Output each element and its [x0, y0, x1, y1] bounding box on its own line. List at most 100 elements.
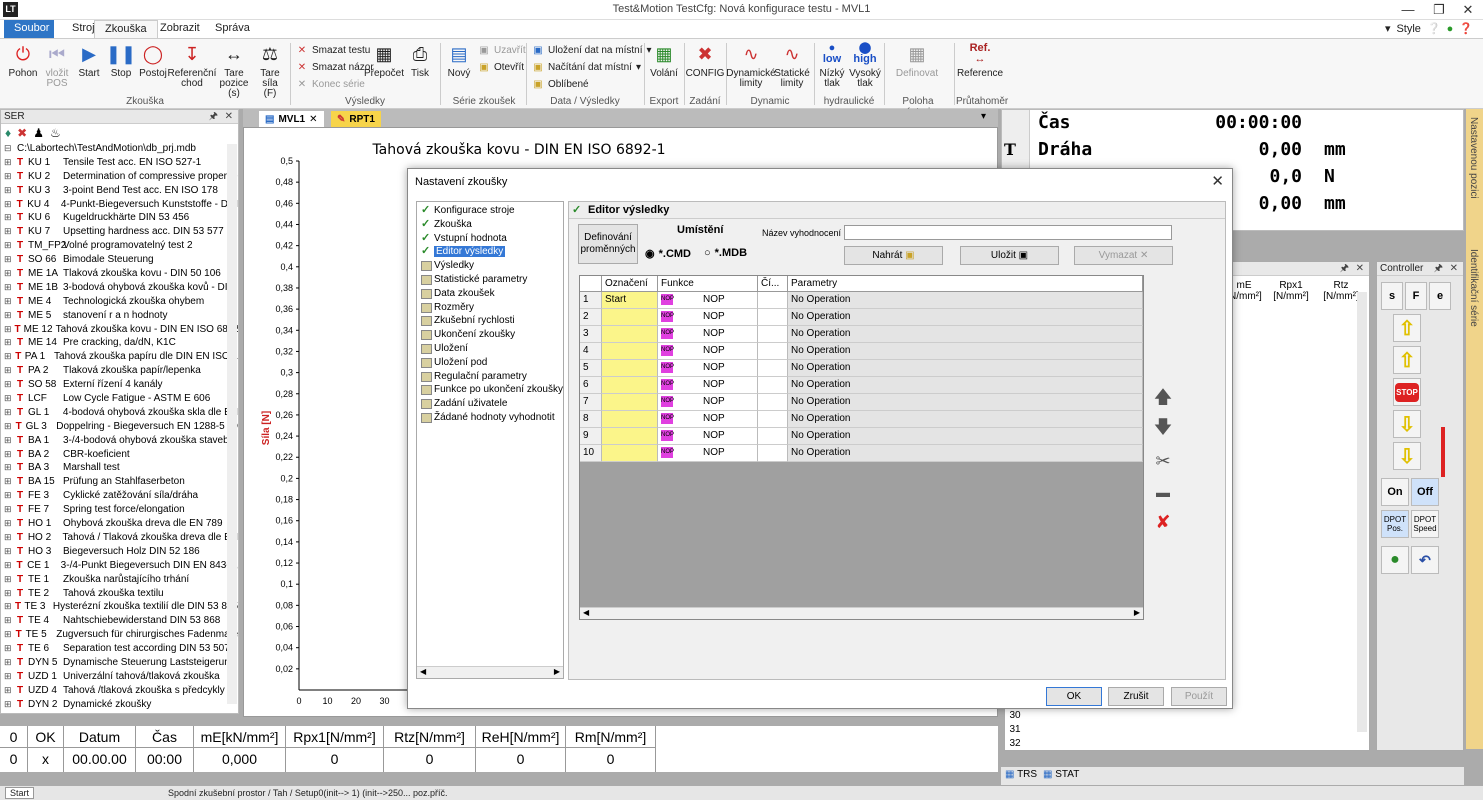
reference-button[interactable]: Ref. ↔ Reference [957, 42, 1003, 79]
users-icon[interactable]: ♟ [33, 126, 44, 140]
postoj-button[interactable]: ◯ Postoj [139, 42, 167, 79]
pohon-button[interactable]: ⏻ Pohon [8, 42, 38, 79]
s-button[interactable]: s [1381, 282, 1403, 310]
expand-icon[interactable]: ⊞ [4, 281, 14, 295]
grid-header[interactable]: Označení [602, 276, 658, 292]
tree-item[interactable]: ⊞ T KU 7 Upsetting hardness acc. DIN 53 577 [1, 225, 238, 239]
expand-icon[interactable]: ⊞ [4, 420, 13, 434]
grid-row[interactable]: 5 NOP NOP No Operation [580, 360, 1143, 377]
function-cell[interactable]: NOP NOP [658, 343, 758, 360]
nav-item[interactable]: ✓ Zkouška [417, 218, 563, 232]
cancel-button[interactable]: Zrušit [1108, 687, 1164, 706]
channel-cell[interactable] [758, 309, 788, 326]
vlozit-pos-button[interactable]: ⏮ vložit POS [42, 42, 72, 89]
tree-item[interactable]: ⊞ T HO 2 Tahová / Tlaková zkouška dreva dle… [1, 531, 238, 545]
tools-icon[interactable]: ✖ [17, 126, 27, 140]
nav-item[interactable]: Statistické parametry [417, 273, 563, 287]
off-button[interactable]: Off [1411, 478, 1439, 506]
channel-cell[interactable] [758, 326, 788, 343]
name-cell[interactable] [602, 411, 658, 428]
expand-icon[interactable]: ⊞ [4, 489, 14, 503]
expand-icon[interactable]: ⊞ [4, 642, 14, 656]
expand-icon[interactable]: ⊞ [4, 698, 14, 712]
parameter-cell[interactable]: No Operation [788, 343, 1143, 360]
volani-button[interactable]: ▦ Volání [650, 42, 678, 79]
tree-item[interactable]: ⊞ T ME 1B 3-bodová ohybová zkouška kovů - D… [1, 281, 238, 295]
grid-header[interactable]: Funkce [658, 276, 758, 292]
delete-all-icon[interactable]: ✘ [1151, 510, 1175, 534]
parameter-cell[interactable]: No Operation [788, 411, 1143, 428]
expand-icon[interactable]: ⊞ [4, 406, 14, 420]
network-icon[interactable]: ♨ [50, 126, 61, 140]
nav-item[interactable]: Zadání uživatele [417, 397, 563, 411]
tab-mvl1[interactable]: ▤ MVL1 ✕ [259, 111, 324, 127]
tree-item[interactable]: ⊞ T SO 66 Bimodale Steuerung [1, 253, 238, 267]
expand-icon[interactable]: ⊞ [4, 684, 14, 698]
tree-item[interactable]: ⊞ T FE 7 Spring test force/elongation [1, 503, 238, 517]
dynamicke-limity-button[interactable]: ∿ Dynamické limity [726, 42, 775, 89]
grid-row[interactable]: 3 NOP NOP No Operation [580, 326, 1143, 343]
expand-icon[interactable]: ⊞ [4, 531, 14, 545]
tab-zkouska[interactable]: Zkouška [94, 20, 158, 39]
expand-icon[interactable]: ⊞ [4, 600, 12, 614]
move-down-icon[interactable]: 🡇 [1151, 417, 1175, 442]
tree-item[interactable]: ⊞ T TE 4 Nahtschiebewiderstand DIN 53 868 [1, 614, 238, 628]
channel-cell[interactable] [758, 360, 788, 377]
tree-item[interactable]: ⊞ T KU 3 3-point Bend Test acc. EN ISO 178 [1, 184, 238, 198]
grid-row[interactable]: 9 NOP NOP No Operation [580, 428, 1143, 445]
pin-icon[interactable]: 🖈 [1434, 262, 1443, 276]
tree-item[interactable]: ⊞ T BA 1 3-/4-bodová ohybová zkouška staveb… [1, 434, 238, 448]
load-button[interactable]: Nahrát ▣ [844, 246, 943, 265]
scrollbar[interactable] [1357, 292, 1367, 732]
tree-item[interactable]: ⊞ T DYN 2 Dynamické zkoušky [1, 698, 238, 712]
tree-item[interactable]: ⊞ T TE 1 Zkouška narůstajícího trhání [1, 573, 238, 587]
parameter-cell[interactable]: No Operation [788, 309, 1143, 326]
expand-icon[interactable]: ⊞ [4, 184, 14, 198]
channel-cell[interactable] [758, 411, 788, 428]
nizky-tlak-button[interactable]: ● low Nízký tlak [818, 42, 846, 89]
expand-icon[interactable]: ⊞ [4, 434, 14, 448]
function-cell[interactable]: NOP NOP [658, 377, 758, 394]
name-cell[interactable] [602, 309, 658, 326]
expand-icon[interactable]: ⊞ [4, 517, 14, 531]
name-cell[interactable]: Start [602, 292, 658, 309]
undo-icon[interactable]: ↶ [1411, 546, 1439, 574]
eval-name-input[interactable] [844, 225, 1172, 240]
parameter-cell[interactable]: No Operation [788, 292, 1143, 309]
close-icon[interactable]: ✕ [225, 110, 233, 124]
tare-sila-button[interactable]: ⚖ Tare síla (F) [255, 42, 285, 99]
name-cell[interactable] [602, 377, 658, 394]
chevron-down-icon[interactable]: ▾ [981, 111, 986, 122]
name-cell[interactable] [602, 428, 658, 445]
down-arrow-icon[interactable]: ⇩ [1393, 410, 1421, 438]
nav-item[interactable]: Ukončení zkoušky [417, 328, 563, 342]
vysoky-tlak-button[interactable]: ⬤ high Vysoký tlak [849, 42, 881, 89]
dpot-pos-button[interactable]: DPOT Pos. [1381, 510, 1409, 538]
help-icon[interactable]: ❔ [1427, 22, 1441, 35]
function-cell[interactable]: NOP NOP [658, 309, 758, 326]
function-cell[interactable]: NOP NOP [658, 428, 758, 445]
tree-item[interactable]: ⊞ T KU 4 4-Punkt-Biegeversuch Kunststoffe -… [1, 198, 238, 212]
tree-item[interactable]: ⊞ T ME 12 Tahová zkouška kovu - DIN EN ISO … [1, 323, 238, 337]
navigate-icon[interactable]: ♦ [5, 126, 11, 140]
move-up-icon[interactable]: 🡅 [1151, 387, 1175, 412]
expand-icon[interactable]: ⊞ [4, 628, 13, 642]
ok-button[interactable]: OK [1046, 687, 1102, 706]
nav-item[interactable]: Výsledky [417, 259, 563, 273]
name-cell[interactable] [602, 360, 658, 377]
tree-item[interactable]: ⊞ T GL 1 4-bodová ohybová zkouška skla dle … [1, 406, 238, 420]
start-status-button[interactable]: Start [5, 787, 35, 799]
tree-item[interactable]: ⊞ T ME 4 Technologická zkouška ohybem [1, 295, 238, 309]
expand-icon[interactable]: ⊞ [4, 614, 14, 628]
expand-icon[interactable]: ⊞ [4, 503, 14, 517]
function-cell[interactable]: NOP NOP [658, 292, 758, 309]
minimize-button[interactable]: — [1393, 1, 1423, 19]
expand-icon[interactable]: ⊞ [4, 295, 14, 309]
smazat-testu-button[interactable]: ✕ Smazat testu [296, 44, 371, 56]
tab-zobrazit[interactable]: Zobrazit [150, 20, 210, 39]
tree-item[interactable]: ⊞ T KU 1 Tensile Test acc. EN ISO 527-1 [1, 156, 238, 170]
restore-button[interactable]: ❐ [1424, 1, 1454, 19]
name-cell[interactable] [602, 343, 658, 360]
expand-icon[interactable]: ⊞ [4, 475, 14, 489]
expand-icon[interactable]: ⊞ [4, 670, 14, 684]
